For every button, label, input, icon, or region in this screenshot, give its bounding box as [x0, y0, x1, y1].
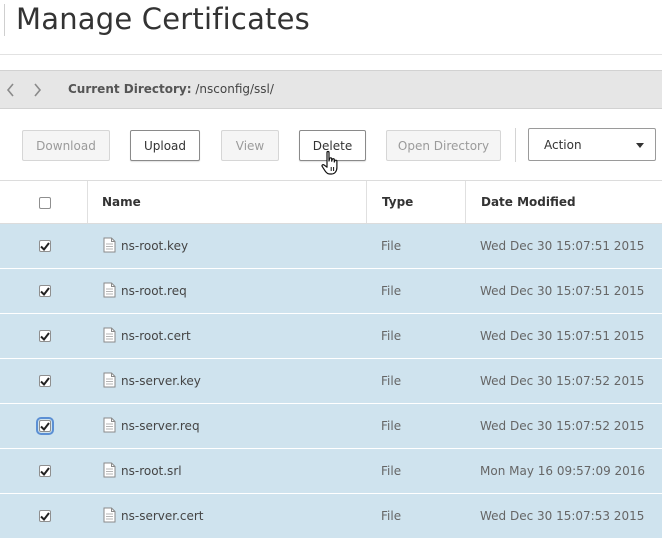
row-checkbox[interactable] [39, 330, 51, 342]
file-name[interactable]: ns-server.key [121, 359, 201, 403]
title-accent [4, 4, 5, 36]
table-header: Name Type Date Modified [0, 180, 662, 224]
row-checkbox[interactable] [39, 510, 51, 522]
file-type: File [381, 509, 402, 523]
file-name[interactable]: ns-server.cert [121, 494, 204, 538]
table-row[interactable]: ns-root.srl File Mon May 16 09:57:09 201… [0, 449, 662, 494]
file-date-modified: Mon May 16 09:57:09 2016 [480, 464, 646, 478]
checkmark-icon [40, 286, 50, 296]
toolbar: Download Upload View Delete Open Directo… [0, 110, 662, 180]
column-divider [366, 181, 367, 223]
file-date-modified: Wed Dec 30 15:07:51 2015 [480, 239, 645, 253]
table-row[interactable]: ns-server.cert File Wed Dec 30 15:07:53 … [0, 494, 662, 539]
file-type: File [381, 284, 402, 298]
file-name[interactable]: ns-root.srl [121, 449, 182, 493]
checkmark-icon [40, 241, 50, 251]
file-date-modified: Wed Dec 30 15:07:51 2015 [480, 329, 645, 343]
view-button[interactable]: View [221, 130, 279, 161]
toolbar-divider [515, 128, 516, 162]
chevron-right-icon [33, 83, 41, 97]
file-icon [103, 417, 116, 433]
file-icon [103, 237, 116, 253]
file-name[interactable]: ns-server.req [121, 404, 200, 448]
column-divider [87, 181, 88, 223]
page-title: Manage Certificates [16, 2, 310, 36]
table-row[interactable]: ns-server.key File Wed Dec 30 15:07:52 2… [0, 359, 662, 404]
manage-certificates-page: Manage Certificates Current Directory: /… [0, 0, 662, 547]
forward-button[interactable] [29, 80, 45, 100]
delete-button[interactable]: Delete [299, 130, 366, 161]
file-icon [103, 327, 116, 343]
table-row[interactable]: ns-root.key File Wed Dec 30 15:07:51 201… [0, 224, 662, 269]
current-directory: Current Directory: /nsconfig/ssl/ [68, 82, 274, 96]
file-type: File [381, 419, 402, 433]
checkmark-icon [40, 331, 50, 341]
select-all-checkbox[interactable] [39, 197, 51, 209]
row-checkbox[interactable] [39, 285, 51, 297]
back-button[interactable] [2, 80, 18, 100]
file-name[interactable]: ns-root.key [121, 224, 188, 268]
row-checkbox[interactable] [39, 240, 51, 252]
upload-button[interactable]: Upload [130, 130, 200, 161]
checkmark-icon [40, 421, 50, 431]
file-name[interactable]: ns-root.req [121, 269, 187, 313]
checkmark-icon [40, 511, 50, 521]
file-icon [103, 372, 116, 388]
table-body: ns-root.key File Wed Dec 30 15:07:51 201… [0, 224, 662, 539]
current-directory-path: /nsconfig/ssl/ [195, 82, 274, 96]
current-directory-label: Current Directory: [68, 82, 192, 96]
file-date-modified: Wed Dec 30 15:07:51 2015 [480, 284, 645, 298]
table-row[interactable]: ns-root.cert File Wed Dec 30 15:07:51 20… [0, 314, 662, 359]
file-type: File [381, 239, 402, 253]
directory-bar: Current Directory: /nsconfig/ssl/ [0, 70, 662, 109]
action-dropdown-label: Action [544, 137, 582, 152]
column-header-date[interactable]: Date Modified [481, 181, 576, 223]
column-header-type[interactable]: Type [382, 181, 413, 223]
row-checkbox[interactable] [39, 375, 51, 387]
caret-down-icon [636, 143, 644, 148]
file-type: File [381, 464, 402, 478]
file-date-modified: Wed Dec 30 15:07:52 2015 [480, 374, 645, 388]
file-name[interactable]: ns-root.cert [121, 314, 191, 358]
file-type: File [381, 329, 402, 343]
file-icon [103, 462, 116, 478]
column-header-name[interactable]: Name [102, 181, 141, 223]
file-type: File [381, 374, 402, 388]
open-directory-button[interactable]: Open Directory [386, 130, 501, 161]
download-button[interactable]: Download [22, 130, 110, 161]
action-dropdown[interactable]: Action [528, 128, 656, 161]
chevron-left-icon [6, 83, 14, 97]
file-icon [103, 282, 116, 298]
checkmark-icon [40, 466, 50, 476]
file-date-modified: Wed Dec 30 15:07:52 2015 [480, 419, 645, 433]
row-checkbox[interactable] [36, 417, 54, 435]
table-row[interactable]: ns-root.req File Wed Dec 30 15:07:51 201… [0, 269, 662, 314]
checkmark-icon [40, 376, 50, 386]
file-icon [103, 507, 116, 523]
table-row[interactable]: ns-server.req File Wed Dec 30 15:07:52 2… [0, 404, 662, 449]
certificates-table: Name Type Date Modified ns-root.key File… [0, 180, 662, 539]
file-date-modified: Wed Dec 30 15:07:53 2015 [480, 509, 645, 523]
title-bar: Manage Certificates [0, 0, 662, 55]
row-checkbox[interactable] [39, 465, 51, 477]
column-divider [465, 181, 466, 223]
